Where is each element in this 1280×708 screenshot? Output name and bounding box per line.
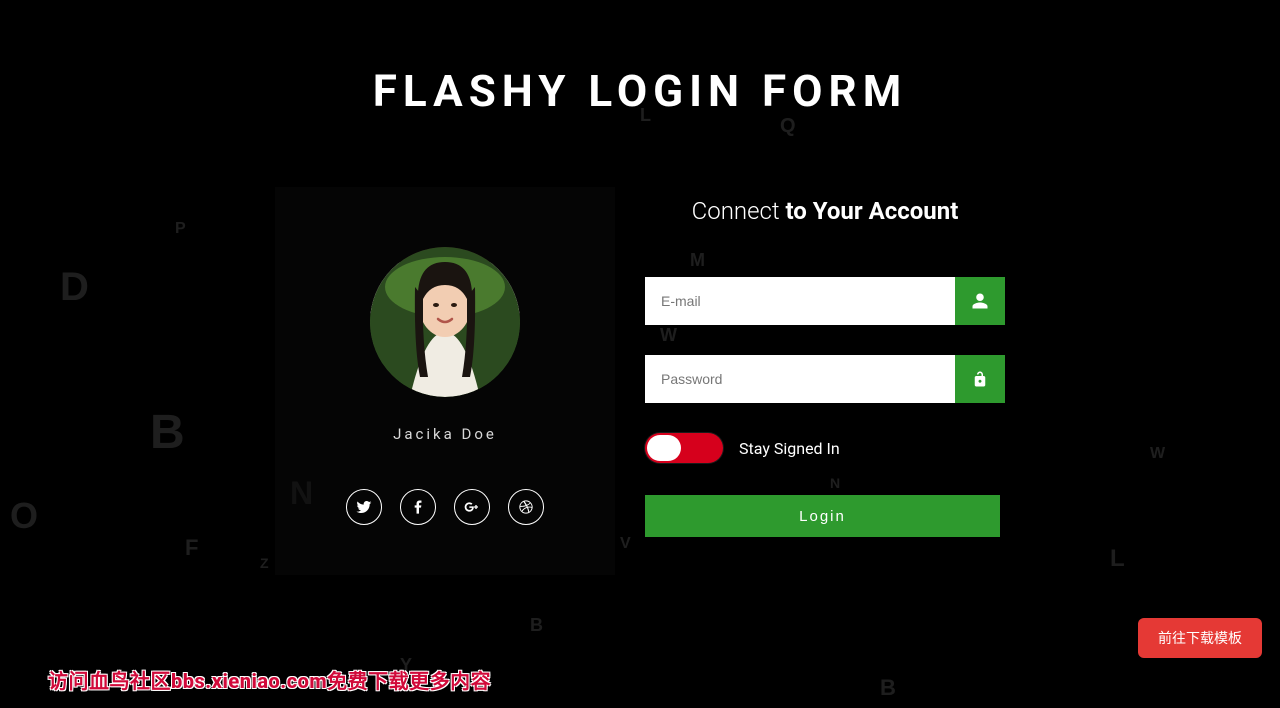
password-field-wrap <box>645 355 1005 403</box>
toggle-knob <box>647 435 681 461</box>
email-input[interactable] <box>645 277 955 325</box>
page-title: FLASHY LOGIN FORM <box>0 65 1280 117</box>
google-plus-icon[interactable] <box>454 489 490 525</box>
stay-signed-toggle[interactable] <box>645 433 723 463</box>
profile-panel: Jacika Doe <box>275 187 615 575</box>
login-button[interactable]: Login <box>645 495 1000 537</box>
watermark-text: 访问血鸟社区bbs.xieniao.com免费下载更多内容 <box>48 665 491 694</box>
dribbble-icon[interactable] <box>508 489 544 525</box>
twitter-icon[interactable] <box>346 489 382 525</box>
stay-signed-label: Stay Signed In <box>739 439 840 458</box>
login-card: Jacika Doe Connect to Your Account <box>275 187 1005 575</box>
stay-signed-row: Stay Signed In <box>645 433 1005 463</box>
unlock-icon <box>955 355 1005 403</box>
avatar <box>370 247 520 397</box>
connect-light: Connect <box>692 197 786 225</box>
form-panel: Connect to Your Account Stay Signed In <box>615 187 1005 575</box>
connect-bold: to Your Account <box>785 197 958 225</box>
social-icons-row <box>346 489 544 525</box>
password-input[interactable] <box>645 355 955 403</box>
user-icon <box>955 277 1005 325</box>
user-name: Jacika Doe <box>393 425 497 443</box>
facebook-icon[interactable] <box>400 489 436 525</box>
email-field-wrap <box>645 277 1005 325</box>
connect-heading: Connect to Your Account <box>645 197 1005 225</box>
download-template-button[interactable]: 前往下载模板 <box>1138 618 1262 658</box>
